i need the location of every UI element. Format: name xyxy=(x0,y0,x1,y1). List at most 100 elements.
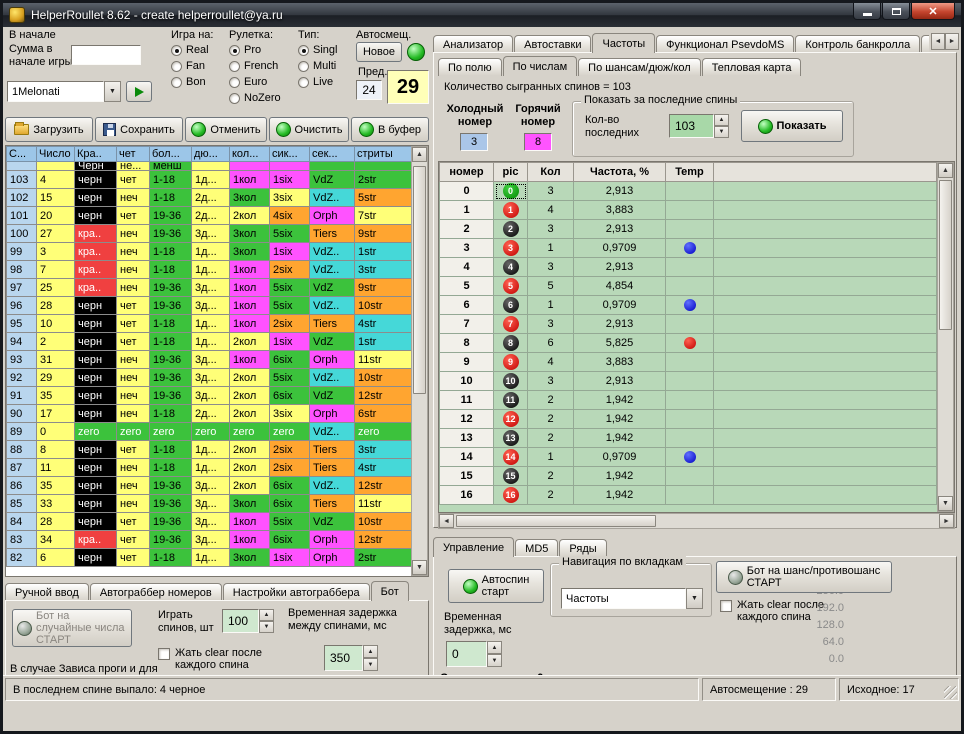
clear-button[interactable]: Очистить xyxy=(269,117,349,142)
radio-real[interactable]: Real xyxy=(171,42,213,58)
control-tab-1[interactable]: Управление xyxy=(433,537,514,557)
freq-row[interactable]: 4432,913 xyxy=(440,258,937,277)
freq-row[interactable]: 101032,913 xyxy=(440,372,937,391)
profile-combobox[interactable]: 1Melonati ▼ xyxy=(7,81,121,102)
history-row[interactable]: 9229черннеч19-363д...2кол5sixVdZ..10str xyxy=(7,369,412,387)
history-row[interactable]: 987кра..неч1-181д...1кол2sixVdZ..3str xyxy=(7,261,412,279)
history-row[interactable]: 8428чернчет19-363д...1кол5sixVdZ10str xyxy=(7,513,412,531)
analyzer-tab-5[interactable]: Контроль банкролла xyxy=(795,35,920,53)
radio-multi[interactable]: Multi xyxy=(298,58,337,74)
analyzer-tab-6[interactable]: Колесо xyxy=(921,35,929,53)
freq-row[interactable]: 111121,942 xyxy=(440,391,937,410)
resize-grip[interactable] xyxy=(944,686,957,699)
freq-row[interactable]: 2232,913 xyxy=(440,220,937,239)
delay-down-icon[interactable]: ▼ xyxy=(363,658,378,671)
freq-scroll-left-icon[interactable]: ◄ xyxy=(439,514,454,528)
history-row[interactable]: 9331черннеч19-363д...1кол6sixOrph11str xyxy=(7,351,412,369)
show-button[interactable]: Показать xyxy=(741,110,843,142)
to-buffer-button[interactable]: В буфер xyxy=(351,117,429,142)
left-tab-1[interactable]: Ручной ввод xyxy=(5,583,89,601)
freq-hscrollbar-thumb[interactable] xyxy=(456,515,656,527)
freq-scrollbar-thumb[interactable] xyxy=(939,180,952,330)
history-row[interactable]: 9628чернчет19-363д...1кол5sixVdZ..10str xyxy=(7,297,412,315)
history-scrollbar[interactable]: ▲ ▼ xyxy=(411,146,428,576)
history-row[interactable]: 10027кра..неч19-363д...3кол5sixTiers9str xyxy=(7,225,412,243)
freq-scroll-down-icon[interactable]: ▼ xyxy=(938,496,953,511)
count-down-icon[interactable]: ▼ xyxy=(714,126,729,138)
start-sum-input[interactable] xyxy=(71,45,141,65)
radio-fan[interactable]: Fan xyxy=(171,58,213,74)
frequency-hscrollbar[interactable]: ◄ ► xyxy=(438,513,955,529)
control-delay-input[interactable]: 0 xyxy=(446,641,487,667)
freq-row[interactable]: 8865,825 xyxy=(440,334,937,353)
spin-delay-input[interactable]: 350 xyxy=(324,645,363,671)
history-row[interactable]: 8711черннеч1-181д...2кол2sixTiers4str xyxy=(7,459,412,477)
radio-singl[interactable]: Singl xyxy=(298,42,337,58)
chevron-down-icon[interactable]: ▼ xyxy=(104,81,121,102)
history-row[interactable]: 9135черннеч19-363д...2кол6sixVdZ12str xyxy=(7,387,412,405)
radio-french[interactable]: French xyxy=(229,58,281,74)
freq-scroll-right-icon[interactable]: ► xyxy=(939,514,954,528)
analyzer-tab-3[interactable]: Частоты xyxy=(592,33,655,53)
scroll-down-icon[interactable]: ▼ xyxy=(412,560,427,575)
history-row[interactable]: 8533черннеч19-363д...3кол6sixTiers11str xyxy=(7,495,412,513)
radio-live[interactable]: Live xyxy=(298,74,337,90)
control-delay-down-icon[interactable]: ▼ xyxy=(487,654,502,667)
history-row[interactable]: 942чернчет1-181д...2кол1sixVdZ1str xyxy=(7,333,412,351)
left-tab-3[interactable]: Настройки автограббера xyxy=(223,583,370,601)
history-row[interactable]: 8635черннеч19-363д...2кол6sixVdZ..12str xyxy=(7,477,412,495)
save-button[interactable]: Сохранить xyxy=(95,117,183,142)
count-up-icon[interactable]: ▲ xyxy=(714,114,729,126)
freq-row[interactable]: 141410,9709 xyxy=(440,448,937,467)
play-button[interactable] xyxy=(126,81,152,102)
freq-row[interactable]: 6610,9709 xyxy=(440,296,937,315)
history-row[interactable]: 888чернчет1-181д...2кол2sixTiers3str xyxy=(7,441,412,459)
frequency-scrollbar[interactable]: ▲ ▼ xyxy=(937,162,954,512)
freq-subtab-2[interactable]: По числам xyxy=(503,56,578,76)
freq-row[interactable]: 9943,883 xyxy=(440,353,937,372)
chance-bot-start-button[interactable]: Бот на шанс/противошансСТАРТ xyxy=(716,561,892,593)
history-row[interactable]: 9510чернчет1-181д...1кол2sixTiers4str xyxy=(7,315,412,333)
tabs-scroll-right-icon[interactable]: ► xyxy=(945,33,959,50)
left-tab-2[interactable]: Автограббер номеров xyxy=(90,583,222,601)
radio-bon[interactable]: Bon xyxy=(171,74,213,90)
freq-row[interactable]: 131321,942 xyxy=(440,429,937,448)
history-row[interactable]: 826чернчет1-181д...3кол1sixOrph2str xyxy=(7,549,412,567)
radio-nozero[interactable]: NoZero xyxy=(229,90,281,106)
history-row[interactable]: 890zerozerozerozerozerozeroVdZ..zero xyxy=(7,423,412,441)
last-spins-count-input[interactable]: 103 xyxy=(669,114,714,138)
freq-scroll-up-icon[interactable]: ▲ xyxy=(938,163,953,178)
history-row[interactable]: 9725кра..неч19-363д...1кол5sixVdZ9str xyxy=(7,279,412,297)
clear-after-spin-checkbox[interactable]: Жать clear послекаждого спина xyxy=(158,647,278,671)
new-autoshift-button[interactable]: Новое xyxy=(356,42,402,62)
spins-count-input[interactable]: 100 xyxy=(222,609,259,633)
left-tab-4[interactable]: Бот xyxy=(371,581,409,601)
control-tab-3[interactable]: Ряды xyxy=(559,539,606,557)
title-bar[interactable]: HelperRoullet 8.62 - create helperroulle… xyxy=(3,3,961,27)
undo-button[interactable]: Отменить xyxy=(185,117,267,142)
delay-up-icon[interactable]: ▲ xyxy=(363,645,378,658)
history-row[interactable]: 10215черннеч1-182д...3кол3sixVdZ..5str xyxy=(7,189,412,207)
radio-pro[interactable]: Pro xyxy=(229,42,281,58)
control-delay-up-icon[interactable]: ▲ xyxy=(487,641,502,654)
freq-subtab-3[interactable]: По шансам/дюж/кол xyxy=(578,58,701,76)
autoshift-sphere-icon[interactable] xyxy=(407,43,425,61)
freq-row[interactable]: 121221,942 xyxy=(440,410,937,429)
radio-euro[interactable]: Euro xyxy=(229,74,281,90)
close-button[interactable]: ✕ xyxy=(911,3,955,20)
freq-row[interactable]: 151521,942 xyxy=(440,467,937,486)
freq-row[interactable]: 1143,883 xyxy=(440,201,937,220)
history-row[interactable]: 993кра..неч1-181д...3кол1sixVdZ..1str xyxy=(7,243,412,261)
freq-row[interactable]: 0032,913 xyxy=(440,182,937,201)
freq-row[interactable]: 7732,913 xyxy=(440,315,937,334)
chevron-down-icon[interactable]: ▼ xyxy=(686,588,703,609)
autospin-start-button[interactable]: Автоспинстарт xyxy=(448,569,544,603)
scrollbar-thumb[interactable] xyxy=(413,166,426,394)
spins-up-icon[interactable]: ▲ xyxy=(259,609,274,621)
maximize-button[interactable] xyxy=(882,3,910,20)
random-numbers-bot-button[interactable]: Бот на случайные числа СТАРТ xyxy=(12,609,132,647)
spins-down-icon[interactable]: ▼ xyxy=(259,621,274,633)
tabs-scroll-left-icon[interactable]: ◄ xyxy=(931,33,945,50)
freq-row[interactable]: 5554,854 xyxy=(440,277,937,296)
history-row[interactable]: 8334кра..чет19-363д...1кол6sixOrph12str xyxy=(7,531,412,549)
